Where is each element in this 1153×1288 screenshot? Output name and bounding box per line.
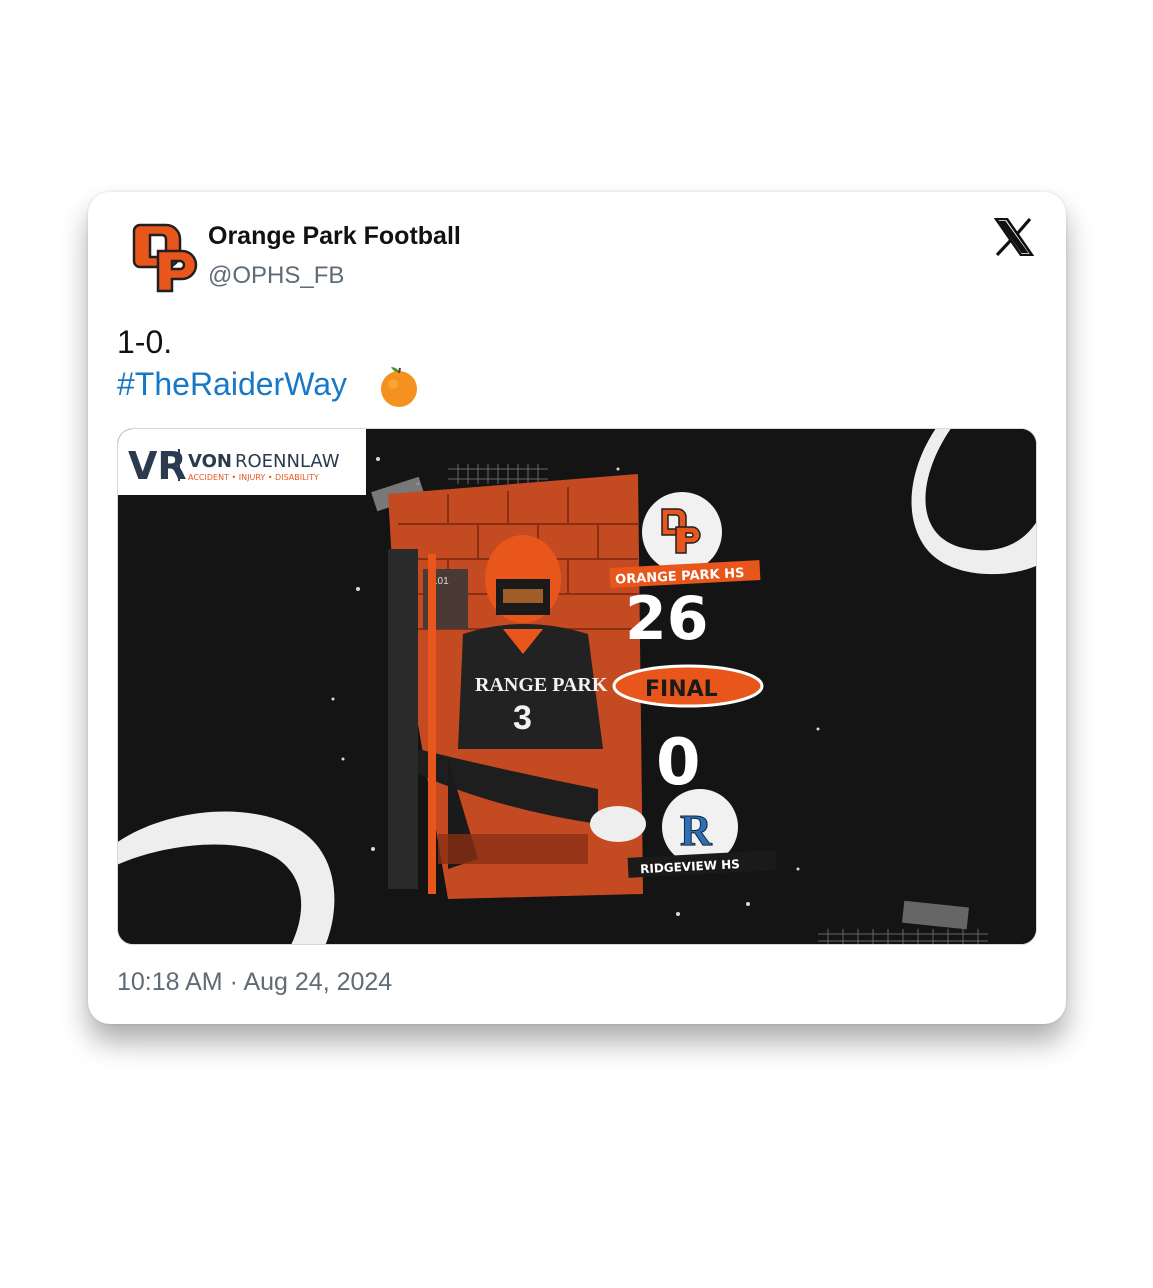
tweet-timestamp[interactable]: 10:18 AM · Aug 24, 2024 <box>117 968 392 997</box>
sponsor-tagline: ACCIDENT • INJURY • DISABILITY <box>188 473 319 482</box>
user-handle[interactable]: @OPHS_FB <box>208 262 344 290</box>
final-status: FINAL <box>645 677 718 702</box>
x-logo-icon[interactable] <box>993 217 1035 257</box>
away-score: 0 <box>656 726 701 800</box>
sponsor-name-rest: ROENNLAW <box>235 451 340 472</box>
ridgeview-logo-icon: R <box>680 806 713 855</box>
jersey-text: RANGE PARK <box>475 674 608 696</box>
sponsor-name-bold: VON <box>188 451 232 472</box>
tangerine-emoji-icon <box>377 364 421 408</box>
tweet-text: 1-0. <box>117 324 173 360</box>
display-name[interactable]: Orange Park Football <box>208 222 461 251</box>
tweet-media-image[interactable]: 101 RANGE PARK 3 ORANGE PARK HS 26 FINAL… <box>117 428 1037 945</box>
jersey-number: 3 <box>513 699 532 737</box>
hashtag-link[interactable]: #TheRaiderWay <box>117 366 347 403</box>
sponsor-logo-icon: VR <box>128 444 187 488</box>
home-score: 26 <box>625 584 709 654</box>
op-logo-icon[interactable] <box>132 217 200 295</box>
